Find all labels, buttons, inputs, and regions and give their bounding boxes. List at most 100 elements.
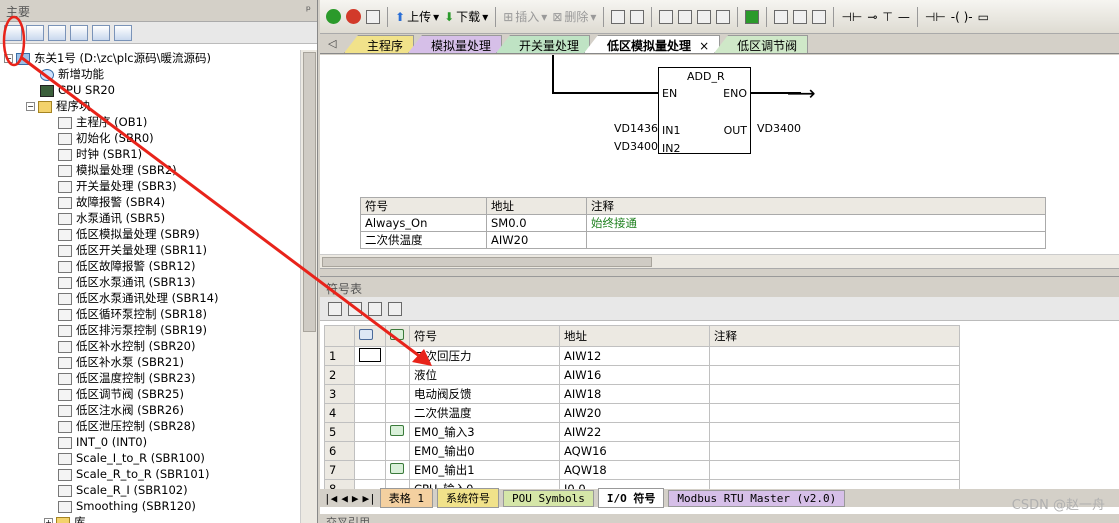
tree-item-subroutine[interactable]: 主程序 (OB1) (0, 114, 300, 130)
tree-item-subroutine[interactable]: 低区调节阀 (SBR25) (0, 386, 300, 402)
cell-address[interactable]: AQW16 (559, 441, 710, 461)
tree-root[interactable]: − 东关1号 (D:\zc\plc源码\暖流源码) (0, 50, 300, 66)
compile-icon[interactable] (366, 9, 380, 24)
cell-comment[interactable] (709, 346, 960, 366)
pane-splitter[interactable] (320, 269, 1119, 277)
tree-item-subroutine[interactable]: 低区温度控制 (SBR23) (0, 370, 300, 386)
tree-item-subroutine[interactable]: Scale_R_to_R (SBR101) (0, 466, 300, 482)
nav-prev-icon[interactable]: ◀ (341, 492, 348, 505)
cell-address[interactable]: AIW22 (559, 422, 710, 442)
row-number[interactable]: 7 (324, 460, 355, 480)
ladder-editor[interactable]: ⟶ ADD_R EN ENO IN1 OUT IN2 VD1436 VD3400… (320, 55, 1119, 269)
tree-item-subroutine[interactable]: 低区水泵通讯 (SBR13) (0, 274, 300, 290)
collapse-icon[interactable]: − (26, 102, 35, 111)
header-symbol[interactable]: 符号 (409, 325, 560, 347)
editor-hscrollbar[interactable] (320, 254, 1119, 268)
tree-item-subroutine[interactable]: 低区注水阀 (SBR26) (0, 402, 300, 418)
tree-item-subroutine[interactable]: 低区补水控制 (SBR20) (0, 338, 300, 354)
tab-switch[interactable]: 开关量处理 (496, 35, 591, 53)
table-row[interactable]: 4 二次供温度 AIW20 (324, 403, 960, 423)
row-number[interactable]: 6 (324, 441, 355, 461)
cell-comment[interactable] (709, 441, 960, 461)
tab-pou-symbols[interactable]: POU Symbols (503, 489, 594, 507)
view-window-icon[interactable] (92, 24, 110, 41)
row-number[interactable]: 5 (324, 422, 355, 442)
cell-address[interactable]: AIW20 (559, 403, 710, 423)
cell-address[interactable]: AIW16 (559, 365, 710, 385)
scroll-thumb[interactable] (303, 52, 316, 332)
filter-icon[interactable] (368, 301, 382, 316)
view-tree-icon[interactable] (4, 24, 22, 41)
insert-button[interactable]: ⊞ 插入 ▾ (503, 8, 547, 25)
table-row[interactable]: 1 二次回压力 AIW12 (324, 346, 960, 366)
header-comment[interactable]: 注释 (709, 325, 960, 347)
tab-modbus-rtu[interactable]: Modbus RTU Master (v2.0) (668, 489, 846, 507)
tree-item-subroutine[interactable]: 低区故障报警 (SBR12) (0, 258, 300, 274)
add-r-block[interactable]: ADD_R EN ENO IN1 OUT IN2 (658, 67, 751, 155)
cell-address[interactable]: AIW12 (559, 346, 710, 366)
view-table-icon[interactable] (26, 24, 44, 41)
monitor-icon[interactable] (611, 9, 626, 24)
tree-item-subroutine[interactable]: 开关量处理 (SBR3) (0, 178, 300, 194)
table-row[interactable]: 7 EM0_输出1 AQW18 (324, 460, 960, 480)
row-number[interactable]: 4 (324, 403, 355, 423)
nav-first-icon[interactable]: |◀ (324, 492, 337, 505)
contact-icon[interactable]: ⊣⊢ (841, 10, 862, 24)
cell-address[interactable]: AIW18 (559, 384, 710, 404)
cell-symbol[interactable]: EM0_输出1 (409, 460, 560, 480)
coil-icon[interactable]: -( )- (951, 10, 973, 24)
refresh-icon[interactable] (716, 9, 731, 24)
tab-low-valve[interactable]: 低区调节阀 (714, 35, 809, 53)
cell-comment[interactable] (709, 365, 960, 385)
tab-scroll-left-icon[interactable]: ◁ (328, 37, 336, 50)
cell-symbol[interactable]: 二次回压力 (409, 346, 560, 366)
tree-item-subroutine[interactable]: 故障报警 (SBR4) (0, 194, 300, 210)
key-icon[interactable] (812, 9, 827, 24)
cell-comment[interactable] (709, 422, 960, 442)
in1-operand[interactable]: VD1436 (614, 122, 658, 135)
box-icon[interactable]: ▭ (978, 10, 989, 24)
cell-symbol[interactable]: 电动阀反馈 (409, 384, 560, 404)
tab-table-1[interactable]: 表格 1 (379, 488, 433, 508)
expand-icon[interactable]: + (44, 518, 53, 523)
row-number[interactable]: 1 (324, 346, 355, 366)
wire-icon[interactable]: — (898, 10, 910, 24)
close-icon[interactable]: × (699, 39, 709, 53)
table-row[interactable]: 6 EM0_输出0 AQW16 (324, 441, 960, 461)
pin-icon[interactable]: ᵖ (306, 3, 311, 17)
tree-item-subroutine[interactable]: 低区水泵通讯处理 (SBR14) (0, 290, 300, 306)
table-row[interactable]: 3 电动阀反馈 AIW18 (324, 384, 960, 404)
view-doc-icon[interactable] (48, 24, 66, 41)
collapse-icon[interactable]: − (4, 54, 13, 63)
tree-item-program-block[interactable]: − 程序块 (0, 98, 300, 114)
cell-symbol[interactable]: 液位 (409, 365, 560, 385)
cell-symbol[interactable]: EM0_输出0 (409, 441, 560, 461)
tab-analog[interactable]: 模拟量处理 (408, 35, 503, 53)
apply-icon[interactable] (388, 301, 402, 316)
table-row[interactable]: 5 EM0_输入3 AIW22 (324, 422, 960, 442)
nc-contact-icon[interactable]: ⊣⊢ (925, 10, 946, 24)
tree-item-subroutine[interactable]: INT_0 (INT0) (0, 434, 300, 450)
tree-item-subroutine[interactable]: 低区模拟量处理 (SBR9) (0, 226, 300, 242)
scroll-thumb[interactable] (322, 257, 652, 267)
prev-icon[interactable] (678, 9, 693, 24)
add-symbol-icon[interactable] (328, 301, 342, 316)
in2-operand[interactable]: VD3400 (614, 140, 658, 153)
nav-next-icon[interactable]: ▶ (352, 492, 359, 505)
lock-icon[interactable] (774, 9, 789, 24)
download-button[interactable]: ⬇ 下载 ▾ (444, 8, 488, 25)
branch-icon[interactable]: ⊤ (882, 10, 892, 24)
tree-item-library[interactable]: + 库 (0, 514, 300, 523)
header-address[interactable]: 地址 (559, 325, 710, 347)
tree-scrollbar[interactable] (300, 50, 317, 523)
tree-item-subroutine[interactable]: 水泵通讯 (SBR5) (0, 210, 300, 226)
tab-system-symbols[interactable]: 系统符号 (437, 488, 499, 508)
cell-address[interactable]: AQW18 (559, 460, 710, 480)
table-row[interactable]: 2 液位 AIW16 (324, 365, 960, 385)
run-icon[interactable] (326, 9, 341, 24)
tab-main-program[interactable]: 主程序 (344, 35, 415, 53)
tree-item-subroutine[interactable]: 初始化 (SBR0) (0, 130, 300, 146)
tab-io-symbols[interactable]: I/O 符号 (597, 488, 665, 508)
row-number[interactable]: 2 (324, 365, 355, 385)
tree-item-subroutine[interactable]: 模拟量处理 (SBR2) (0, 162, 300, 178)
